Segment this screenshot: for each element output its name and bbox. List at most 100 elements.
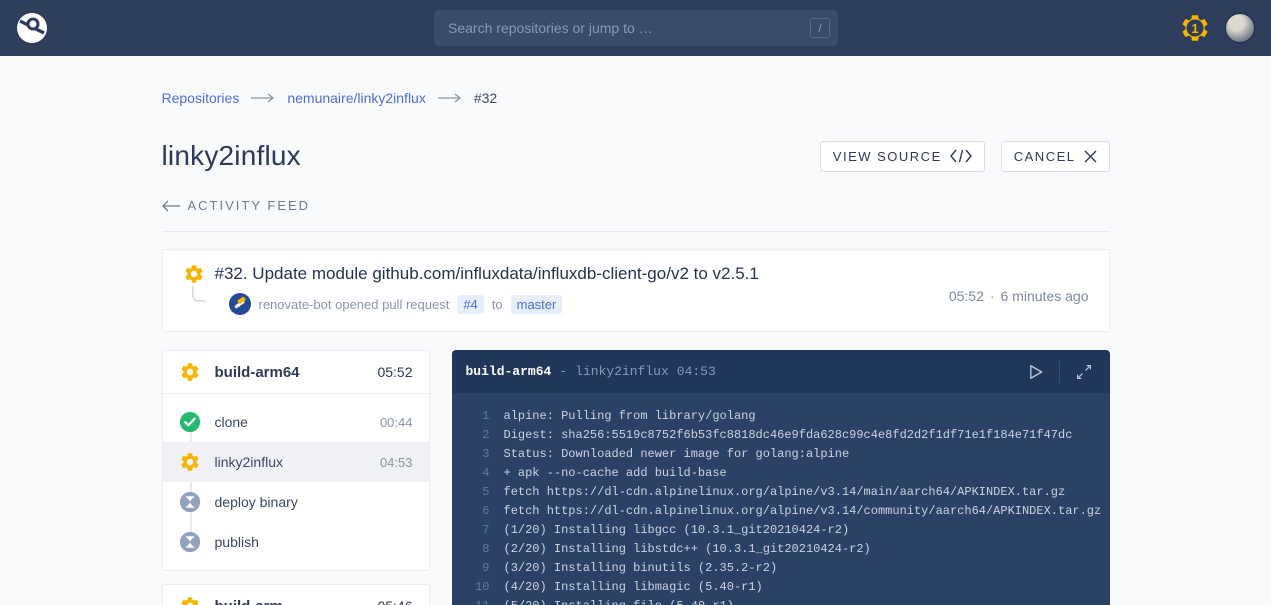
view-source-button[interactable]: VIEW SOURCE bbox=[820, 141, 985, 172]
log-line[interactable]: 8 (2/20) Installing libstdc++ (10.3.1_git… bbox=[468, 540, 1094, 559]
console-actions-divider bbox=[1059, 361, 1060, 383]
step-name: linky2influx bbox=[215, 454, 283, 470]
build-time-ago: 6 minutes ago bbox=[1001, 288, 1089, 304]
stage-card-build-arm64: build-arm64 05:52 clone 00:44 bbox=[162, 350, 430, 571]
breadcrumb-build-number: #32 bbox=[474, 90, 497, 106]
console-log-body[interactable]: 1 alpine: Pulling from library/golang 2 Di… bbox=[452, 393, 1110, 605]
breadcrumb-repositories[interactable]: Repositories bbox=[162, 90, 240, 106]
stage-header-build-arm[interactable]: build-arm 05:46 bbox=[163, 585, 429, 605]
step-row-linky2influx[interactable]: linky2influx 04:53 bbox=[163, 442, 429, 482]
running-gear-icon bbox=[179, 595, 201, 605]
pending-hourglass-icon bbox=[179, 491, 201, 513]
breadcrumb: Repositories nemunaire/linky2influx #32 bbox=[162, 56, 1110, 106]
log-line[interactable]: 7 (1/20) Installing libgcc (10.3.1_git202… bbox=[468, 521, 1094, 540]
log-line[interactable]: 9 (3/20) Installing binutils (2.35.2-r2) bbox=[468, 559, 1094, 578]
cancel-button[interactable]: CANCEL bbox=[1001, 141, 1110, 172]
log-line-number[interactable]: 1 bbox=[468, 407, 490, 426]
console-stage-name: build-arm64 bbox=[466, 364, 552, 379]
step-row-publish[interactable]: publish bbox=[163, 522, 429, 562]
close-icon bbox=[1084, 150, 1097, 163]
step-row-deploy-binary[interactable]: deploy binary bbox=[163, 482, 429, 522]
log-line-number[interactable]: 9 bbox=[468, 559, 490, 578]
log-line[interactable]: 6fetch https://dl-cdn.alpinelinux.org/al… bbox=[468, 502, 1094, 521]
running-gear-icon bbox=[179, 451, 201, 473]
step-name: deploy binary bbox=[215, 494, 298, 510]
log-line-number[interactable]: 6 bbox=[468, 502, 490, 521]
follow-logs-button[interactable] bbox=[1023, 360, 1047, 384]
log-line-text: (5/20) Installing file (5.40-r1) bbox=[504, 597, 734, 605]
step-name: clone bbox=[215, 414, 248, 430]
log-line[interactable]: 4 + apk --no-cache add build-base bbox=[468, 464, 1094, 483]
log-line[interactable]: 11 (5/20) Installing file (5.40-r1) bbox=[468, 597, 1094, 605]
renovate-bot-avatar bbox=[229, 293, 251, 315]
global-search: / bbox=[434, 10, 838, 46]
log-line-text: (2/20) Installing libstdc++ (10.3.1_git2… bbox=[504, 540, 871, 559]
console-separator: - bbox=[559, 364, 567, 379]
stage-name: build-arm bbox=[215, 598, 283, 605]
activity-feed-link[interactable]: ACTIVITY FEED bbox=[162, 198, 1110, 213]
build-activity-card[interactable]: #32. Update module github.com/influxdata… bbox=[162, 249, 1110, 332]
notification-badge[interactable]: 1 bbox=[1179, 12, 1211, 44]
breadcrumb-repo[interactable]: nemunaire/linky2influx bbox=[287, 90, 426, 106]
running-gear-icon bbox=[183, 263, 205, 285]
step-duration: 00:44 bbox=[380, 415, 413, 430]
event-text: renovate-bot opened pull request bbox=[259, 297, 450, 312]
top-navbar: / 1 bbox=[0, 0, 1271, 56]
log-line-number[interactable]: 11 bbox=[468, 597, 490, 605]
connector-line bbox=[192, 286, 205, 302]
section-divider bbox=[162, 231, 1110, 232]
code-icon bbox=[950, 149, 972, 163]
log-line-number[interactable]: 8 bbox=[468, 540, 490, 559]
log-line-number[interactable]: 2 bbox=[468, 426, 490, 445]
log-line[interactable]: 2 Digest: sha256:5519c8752f6b53fc8818dc46… bbox=[468, 426, 1094, 445]
slash-shortcut-key: / bbox=[810, 18, 830, 38]
play-icon bbox=[1025, 362, 1045, 382]
stages-sidebar: build-arm64 05:52 clone 00:44 bbox=[162, 350, 430, 605]
step-name: publish bbox=[215, 534, 259, 550]
log-line-text: + apk --no-cache add build-base bbox=[504, 464, 727, 483]
build-duration: 05:52 bbox=[949, 288, 984, 304]
log-line-text: fetch https://dl-cdn.alpinelinux.org/alp… bbox=[504, 502, 1102, 521]
log-line-text: Digest: sha256:5519c8752f6b53fc8818dc46e… bbox=[504, 426, 1073, 445]
log-line[interactable]: 5 fetch https://dl-cdn.alpinelinux.org/al… bbox=[468, 483, 1094, 502]
step-row-clone[interactable]: clone 00:44 bbox=[163, 402, 429, 442]
log-line-number[interactable]: 4 bbox=[468, 464, 490, 483]
log-line-text: (4/20) Installing libmagic (5.40-r1) bbox=[504, 578, 763, 597]
log-line-text: alpine: Pulling from library/golang bbox=[504, 407, 756, 426]
build-title: #32. Update module github.com/influxdata… bbox=[215, 264, 759, 284]
stage-card-build-arm: build-arm 05:46 bbox=[162, 584, 430, 605]
console-step-duration: 04:53 bbox=[677, 364, 716, 379]
stage-header-build-arm64[interactable]: build-arm64 05:52 bbox=[163, 351, 429, 394]
view-source-label: VIEW SOURCE bbox=[833, 149, 942, 164]
console-step-name: linky2influx bbox=[575, 364, 669, 379]
success-check-icon bbox=[179, 411, 201, 433]
log-line-number[interactable]: 10 bbox=[468, 578, 490, 597]
running-gear-icon bbox=[179, 361, 201, 383]
to-text: to bbox=[492, 297, 503, 312]
log-line-number[interactable]: 7 bbox=[468, 521, 490, 540]
log-line[interactable]: 10 (4/20) Installing libmagic (5.40-r1) bbox=[468, 578, 1094, 597]
step-duration: 04:53 bbox=[380, 455, 413, 470]
arrow-left-icon bbox=[162, 200, 180, 212]
log-line[interactable]: 3Status: Downloaded newer image for gola… bbox=[468, 445, 1094, 464]
log-line-text: fetch https://dl-cdn.alpinelinux.org/alp… bbox=[504, 483, 1066, 502]
page-title: linky2influx bbox=[162, 140, 301, 172]
expand-icon bbox=[1075, 363, 1093, 381]
stage-duration: 05:46 bbox=[377, 598, 412, 605]
log-line-number[interactable]: 5 bbox=[468, 483, 490, 502]
search-input[interactable] bbox=[434, 10, 838, 46]
arrow-right-icon bbox=[438, 93, 462, 103]
vela-logo-icon[interactable] bbox=[16, 12, 48, 44]
log-line[interactable]: 1 alpine: Pulling from library/golang bbox=[468, 407, 1094, 426]
branch-badge[interactable]: master bbox=[511, 295, 563, 314]
pr-number-badge[interactable]: #4 bbox=[457, 295, 483, 314]
console-header: build-arm64 - linky2influx 04:53 bbox=[452, 350, 1110, 393]
pending-hourglass-icon bbox=[179, 531, 201, 553]
stage-name: build-arm64 bbox=[215, 364, 300, 381]
user-avatar[interactable] bbox=[1225, 13, 1255, 43]
log-line-text: (3/20) Installing binutils (2.35.2-r2) bbox=[504, 559, 778, 578]
log-line-text: (1/20) Installing libgcc (10.3.1_git2021… bbox=[504, 521, 850, 540]
log-console: build-arm64 - linky2influx 04:53 bbox=[452, 350, 1110, 605]
log-line-number[interactable]: 3 bbox=[468, 445, 490, 464]
expand-logs-button[interactable] bbox=[1072, 360, 1096, 384]
